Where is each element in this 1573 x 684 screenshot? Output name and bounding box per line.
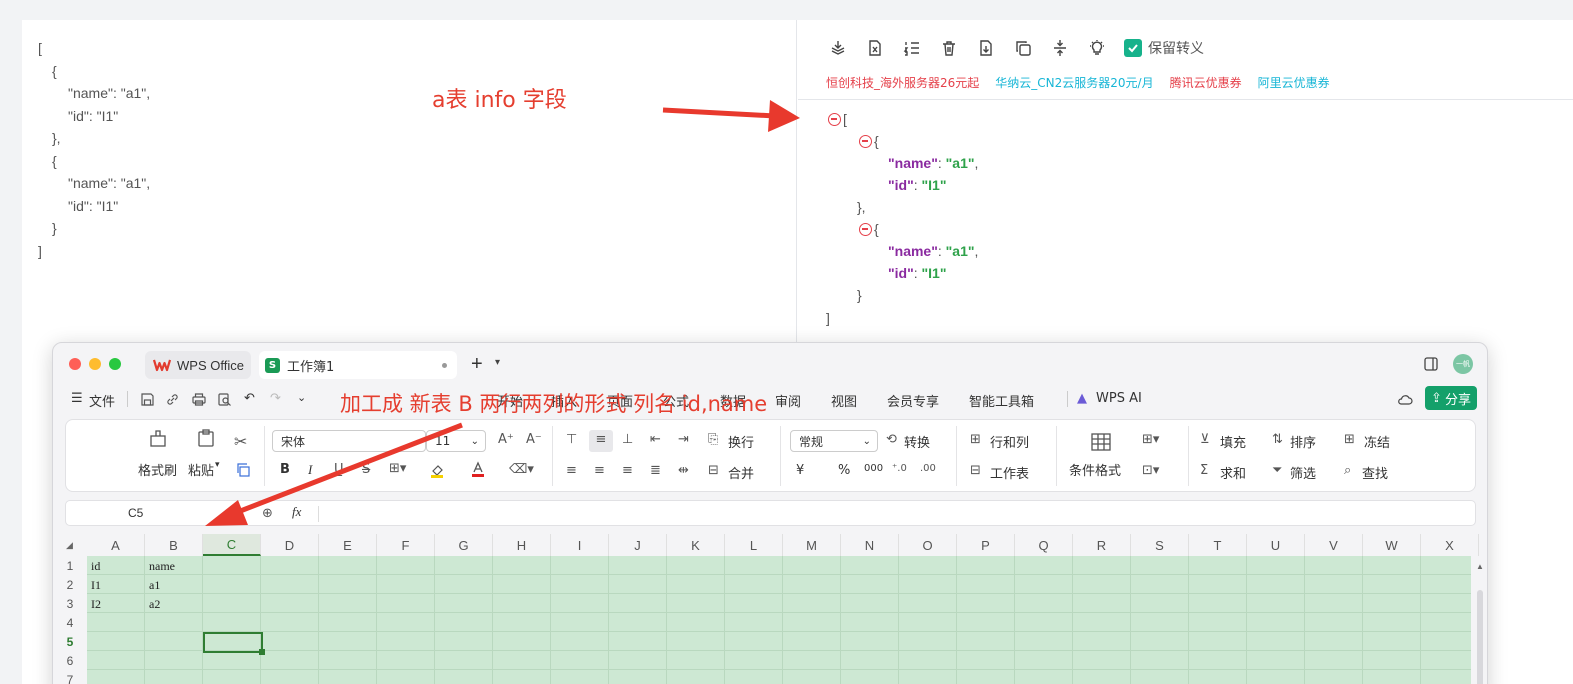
arrow-down-head [205,500,248,526]
arrow-right-line [662,107,776,119]
annotation-arrows [205,100,800,526]
arrow-right-head [768,100,800,132]
screen: [ { "name": "a1", "id": "I1" }, { "name"… [0,0,1573,684]
annotation-bottom: 加工成 新表 B 两行两列的形式 列名 id,name [340,392,768,416]
arrow-down-line [229,422,463,518]
